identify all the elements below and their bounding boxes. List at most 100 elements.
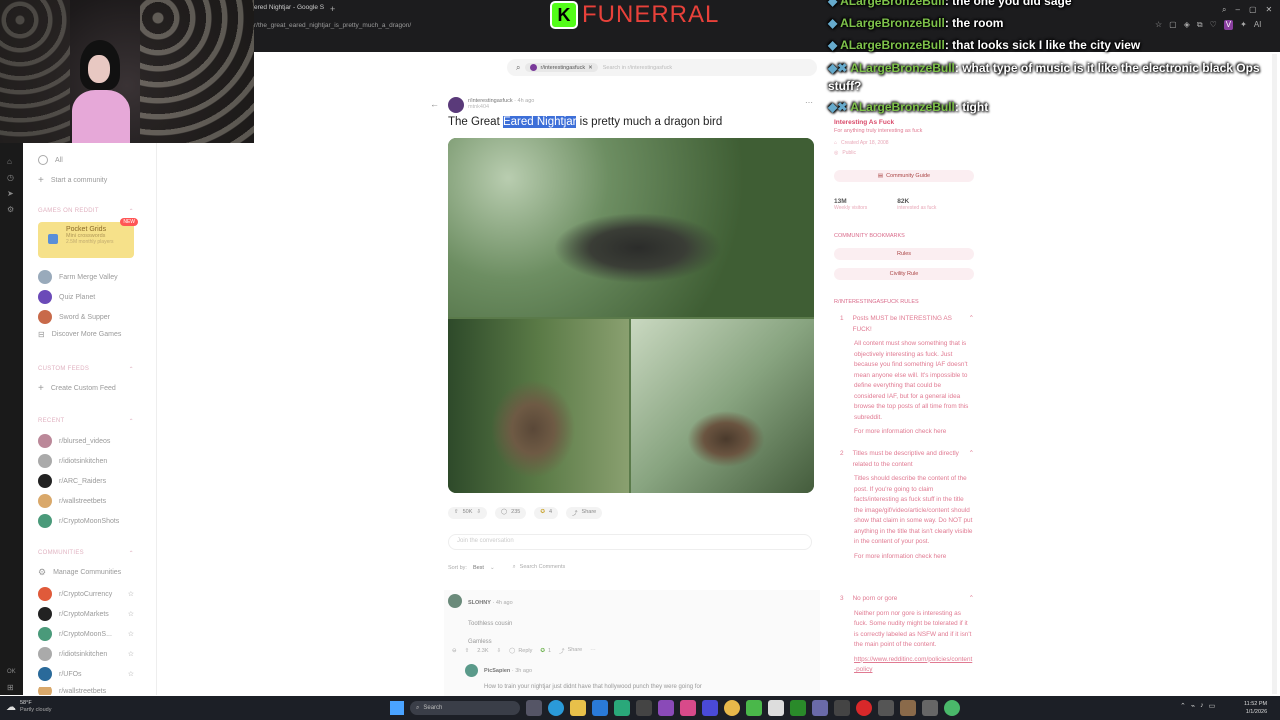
pocket-grids-card[interactable]: Pocket Grids Mini crosswords 2.5M monthl… [38, 218, 138, 258]
sort-dropdown[interactable]: Best [473, 565, 484, 571]
community-guide-button[interactable]: ▤ Community Guide [834, 170, 974, 182]
nightjar-photo-top[interactable] [448, 138, 814, 317]
content-policy-link[interactable]: https://www.redditinc.com/policies/conte… [854, 655, 974, 676]
post-author[interactable]: mtnk404 [468, 104, 534, 110]
app-icon[interactable] [746, 700, 762, 716]
downvote-icon[interactable]: ⇩ [497, 648, 502, 654]
volume-icon[interactable]: ♪ [1200, 702, 1204, 710]
close-icon[interactable]: ✕ [1266, 5, 1273, 15]
sidebar-game-quiz[interactable]: Quiz Planet [38, 290, 95, 304]
sidebar-recent-item[interactable]: r/ARC_Raiders [38, 474, 106, 488]
share-button[interactable]: ⤴ Share [559, 647, 582, 655]
comments-button[interactable]: ◯ 235 [495, 507, 527, 519]
vscode-icon[interactable] [592, 700, 608, 716]
post-options-icon[interactable]: ⋯ [805, 98, 813, 107]
sidebar-community-item[interactable]: r/UFOs ☆ [38, 667, 134, 681]
shield-icon[interactable]: ◈ [1184, 20, 1190, 30]
heart-icon[interactable]: ♡ [1210, 20, 1217, 30]
address-bar[interactable]: r/the_great_eared_nightjar_is_pretty_muc… [254, 22, 814, 34]
grid-icon[interactable]: ⊞ [7, 683, 14, 692]
obs-icon[interactable] [658, 700, 674, 716]
network-icon[interactable]: ⌁ [1191, 702, 1195, 710]
extra-icon[interactable]: OK [7, 669, 16, 675]
xbox-icon[interactable] [790, 700, 806, 716]
sidebar-item-all[interactable]: All [38, 155, 63, 165]
nightjar-photo-bottom-right[interactable] [631, 319, 814, 493]
sidebar-recent-item[interactable]: r/idiotsinkitchen [38, 454, 107, 468]
award-button[interactable]: ✪ 4 [534, 507, 559, 519]
weather-widget[interactable]: ☁ 58°F Partly cloudy [6, 700, 52, 714]
history-icon[interactable]: ◷ [7, 173, 14, 182]
rule-item[interactable]: 2 Titles must be descriptive and directly… [840, 449, 974, 562]
downvote-icon[interactable]: ⇩ [476, 509, 481, 517]
games-section-header[interactable]: GAMES ON REDDIT ⌃ [38, 208, 134, 215]
reply-avatar[interactable] [465, 664, 478, 677]
sidebar-recent-item[interactable]: r/blursed_videos [38, 434, 110, 448]
taskbar-clock[interactable]: 11:52 PM 1/1/2026 [1244, 700, 1267, 716]
subreddit-chip[interactable]: r/interestingasfuck ✕ [525, 63, 598, 72]
vote-button[interactable]: ⇧ 50K ⇩ [448, 507, 488, 519]
reply-button[interactable]: ◯ Reply [509, 648, 532, 654]
maximize-icon[interactable]: ▢ [1249, 5, 1257, 15]
sidebar-game-sword[interactable]: Sword & Supper [38, 310, 110, 324]
comment-username[interactable]: SLOHNY [468, 600, 491, 606]
sidebar-community-item[interactable]: r/CryptoMarkets ☆ [38, 607, 134, 621]
sidebar-create-feed[interactable]: + Create Custom Feed [38, 383, 116, 394]
reddit-search-bar[interactable]: ⌕ r/interestingasfuck ✕ Search in r/inter… [507, 59, 817, 76]
ai-label[interactable]: AI [1254, 20, 1262, 30]
star-icon[interactable]: ☆ [128, 670, 134, 678]
join-conversation-input[interactable]: Join the conversation [448, 534, 812, 550]
upvote-icon[interactable]: ⇧ [465, 648, 470, 654]
new-tab-icon[interactable]: + [330, 4, 335, 14]
chevron-up-icon[interactable]: ⌃ [969, 314, 974, 335]
community-name[interactable]: Interesting As Fuck [834, 119, 974, 126]
subreddit-avatar[interactable] [448, 97, 464, 113]
rule-item[interactable]: 1 Posts MUST be INTERESTING AS FUCK! ⌃ All… [840, 314, 974, 438]
sidebar-item-start-community[interactable]: + Start a community [38, 175, 107, 186]
bookmark-rules-button[interactable]: Rules [834, 248, 974, 260]
sidebar-recent-item[interactable]: r/wallstreetbets [38, 494, 106, 508]
app-icon[interactable] [812, 700, 828, 716]
copilot-icon[interactable]: ✦ [1240, 20, 1247, 30]
sidebar-manage-communities[interactable]: ⚙ Manage Communities [38, 567, 121, 578]
terminal-icon[interactable] [614, 700, 630, 716]
upvote-icon[interactable]: ⇧ [454, 509, 459, 517]
profile-icon[interactable]: V [1223, 20, 1234, 30]
app-icon[interactable] [834, 700, 850, 716]
sidebar-recent-item[interactable]: r/CryptoMoonShots [38, 514, 119, 528]
app-icon[interactable] [702, 700, 718, 716]
sidebar-game-farm[interactable]: Farm Merge Valley [38, 270, 118, 284]
communities-header[interactable]: COMMUNITIES ⌃ [38, 550, 134, 557]
rule-item[interactable]: 3 No porn or gore ⌃ Neither porn nor gore … [840, 594, 974, 690]
comment-avatar[interactable] [448, 594, 462, 608]
chrome-icon[interactable] [724, 700, 740, 716]
chip-close-icon[interactable]: ✕ [588, 65, 593, 71]
browser-tab[interactable]: ered Nightjar - Google S [254, 4, 324, 18]
minimize-icon[interactable]: – [1235, 5, 1239, 15]
app-icon[interactable] [878, 700, 894, 716]
chrome-icon[interactable] [944, 700, 960, 716]
send-icon[interactable]: ➤ [7, 189, 14, 198]
sidebar-community-item[interactable]: r/CryptoMoonS... ☆ [38, 627, 134, 641]
app-icon[interactable] [680, 700, 696, 716]
post-image-gallery[interactable] [448, 138, 814, 493]
star-icon[interactable]: ☆ [128, 630, 134, 638]
bookmark-civility-button[interactable]: Civility Rule [834, 268, 974, 280]
sidebar-community-item[interactable]: r/wallstreetbets [38, 687, 134, 695]
share-button[interactable]: ⤴ Share [566, 507, 603, 519]
edge-icon[interactable] [548, 700, 564, 716]
home-icon[interactable]: ⌂ [7, 157, 12, 166]
battery-icon[interactable]: ▭ [1209, 702, 1216, 710]
award-button[interactable]: ✪ 1 [540, 648, 551, 654]
star-icon[interactable]: ☆ [128, 650, 134, 658]
taskbar-search[interactable]: ⌕ Search [410, 701, 520, 715]
bookmark-icon[interactable]: ☆ [1155, 20, 1162, 30]
folder-icon[interactable] [570, 700, 586, 716]
document-icon[interactable] [768, 700, 784, 716]
star-icon[interactable]: ☆ [128, 590, 134, 598]
settings-icon[interactable] [922, 700, 938, 716]
settings-icon[interactable]: ⚙ [7, 205, 14, 214]
chevron-up-icon[interactable]: ⌃ [1180, 702, 1186, 710]
start-button[interactable] [390, 701, 404, 715]
star-icon[interactable]: ☆ [128, 610, 134, 618]
